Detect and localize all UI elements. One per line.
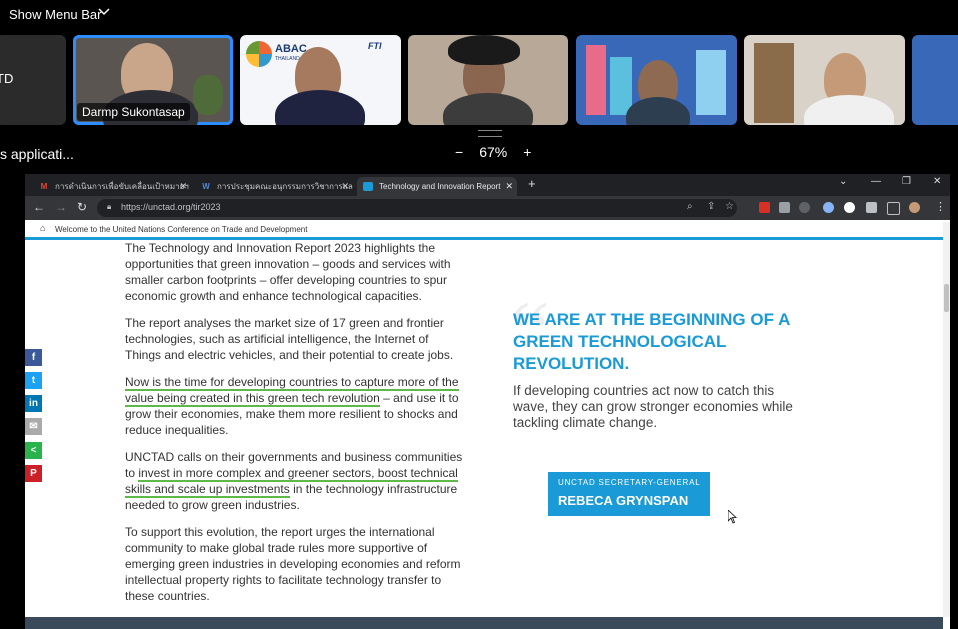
fti-logo: FTI	[368, 41, 382, 51]
url-text[interactable]: https://unctad.org/tir2023	[121, 202, 221, 212]
page-footer-images	[25, 617, 943, 629]
kebab-menu-icon[interactable]: ⋮	[935, 200, 946, 213]
unctad-icon	[363, 182, 373, 191]
mouse-cursor-icon	[727, 509, 738, 527]
zoom-menu-bar[interactable]: Show Menu Bar	[0, 0, 958, 30]
lock-icon: 🔒︎	[107, 202, 112, 211]
close-icon[interactable]: ✕	[179, 177, 187, 196]
pdf-extension-icon[interactable]	[759, 202, 770, 213]
attribution-name: REBECA GRYNSPAN	[558, 493, 689, 508]
zoom-out-button[interactable]: −	[455, 144, 463, 160]
home-icon[interactable]: ⌂	[40, 223, 45, 233]
browser-tab-active[interactable]: Technology and Innovation Report ✕	[357, 177, 517, 196]
unctad-banner: ⌂ Welcome to the United Nations Conferen…	[25, 222, 943, 240]
close-window-icon[interactable]: ✕	[933, 176, 941, 187]
search-icon[interactable]: ⌕	[687, 201, 693, 212]
close-icon[interactable]: ✕	[341, 177, 349, 196]
facebook-icon[interactable]: f	[25, 349, 42, 366]
close-icon[interactable]: ✕	[505, 177, 513, 196]
quote-attribution: UNCTAD SECRETARY-GENERAL REBECA GRYNSPAN	[548, 472, 710, 516]
participant-tile[interactable]	[408, 35, 568, 125]
camera-extension-icon[interactable]	[799, 202, 810, 213]
resize-handle[interactable]	[478, 130, 502, 137]
zoom-controls: −67% +	[447, 144, 539, 160]
chevron-down-icon[interactable]: ⌄	[839, 176, 847, 187]
participant-name: TD	[0, 71, 14, 86]
banner-text: Welcome to the United Nations Conference…	[55, 225, 308, 234]
quote-body: If developing countries act now to catch…	[513, 383, 793, 430]
mail-extension-icon[interactable]	[779, 202, 790, 213]
attribution-role: UNCTAD SECRETARY-GENERAL	[558, 478, 701, 487]
address-bar-row: ← → ↻ 🔒︎ https://unctad.org/tir2023 ⌕ ⇪ …	[25, 196, 950, 220]
participant-tile[interactable]	[744, 35, 905, 125]
chevron-down-icon[interactable]	[98, 6, 110, 20]
participant-tile[interactable]: TD	[0, 35, 66, 125]
download-icon[interactable]	[844, 202, 855, 213]
shared-app-label: s applicati...	[0, 146, 74, 162]
share-icon[interactable]: ⇪	[707, 201, 715, 212]
back-button[interactable]: ←	[33, 200, 45, 214]
browser-tab[interactable]: M การดำเนินการเพื่อขับเคลื่อนเป้าหมายฯ ✕	[33, 177, 191, 196]
zoom-level: 67%	[479, 144, 508, 160]
forward-button[interactable]: →	[55, 200, 67, 214]
share-icon[interactable]: <	[25, 442, 42, 459]
tab-label: Technology and Innovation Report	[379, 182, 501, 191]
new-tab-button[interactable]: +	[528, 176, 536, 191]
browser-tab-bar: M การดำเนินการเพื่อขับเคลื่อนเป้าหมายฯ ✕…	[25, 174, 950, 196]
paragraph: The report analyses the market size of 1…	[125, 316, 454, 362]
paragraph: Now is the time for developing countries…	[125, 374, 465, 438]
quote-headline: WE ARE AT THE BEGINNING OF A GREEN TECHN…	[513, 310, 790, 373]
bookmark-star-icon[interactable]: ☆	[725, 201, 734, 212]
paragraph: The Technology and Innovation Report 202…	[125, 241, 451, 303]
browser-tab[interactable]: W การประชุมคณะอนุกรรมการวิชาการและ ✕	[195, 177, 353, 196]
shared-browser-window: M การดำเนินการเพื่อขับเคลื่อนเป้าหมายฯ ✕…	[25, 174, 950, 629]
tab-label: การดำเนินการเพื่อขับเคลื่อนเป้าหมายฯ	[55, 182, 189, 191]
participant-tile[interactable]: ABAC THAILAND 2023 FTI	[240, 35, 401, 125]
omnibox[interactable]: 🔒︎ https://unctad.org/tir2023 ⌕ ⇪ ☆	[97, 199, 737, 217]
pull-quote: “ WE ARE AT THE BEGINNING OF A GREEN TEC…	[510, 289, 793, 431]
twitter-icon[interactable]: t	[25, 372, 42, 389]
tab-label: การประชุมคณะอนุกรรมการวิชาการและ	[217, 182, 353, 191]
show-menu-bar-label[interactable]: Show Menu Bar	[9, 7, 102, 22]
avatar[interactable]	[909, 202, 920, 213]
restore-icon[interactable]: ❐	[902, 176, 911, 187]
web-icon: W	[202, 182, 210, 191]
paragraph: UNCTAD calls on their governments and bu…	[125, 449, 465, 513]
extension-icon[interactable]	[823, 202, 834, 213]
linkedin-icon[interactable]: in	[25, 395, 42, 412]
share-toolbar: s applicati... −67% +	[0, 142, 958, 168]
zoom-in-button[interactable]: +	[523, 144, 531, 160]
abac-logo-icon	[246, 41, 272, 67]
puzzle-icon[interactable]	[866, 202, 877, 213]
participant-tile-active[interactable]: Darmp Sukontasap	[73, 35, 233, 125]
minimize-icon[interactable]: —	[871, 176, 881, 187]
email-icon[interactable]: ✉	[25, 418, 42, 435]
page-scrollbar[interactable]	[943, 222, 950, 617]
reload-button[interactable]: ↻	[77, 200, 87, 214]
participant-tile[interactable]	[912, 35, 958, 125]
paragraph: To support this evolution, the report ur…	[125, 525, 461, 603]
scrollbar-thumb[interactable]	[944, 284, 949, 312]
pinterest-icon[interactable]: P	[25, 465, 42, 482]
participant-tile[interactable]	[576, 35, 737, 125]
participant-strip: TD Darmp Sukontasap ABAC THAILAND 2023 F…	[0, 35, 958, 127]
gmail-icon: M	[40, 182, 48, 191]
article-body: The Technology and Innovation Report 202…	[125, 240, 465, 615]
sidepanel-icon[interactable]	[887, 202, 900, 215]
participant-name: Darmp Sukontasap	[77, 103, 190, 121]
